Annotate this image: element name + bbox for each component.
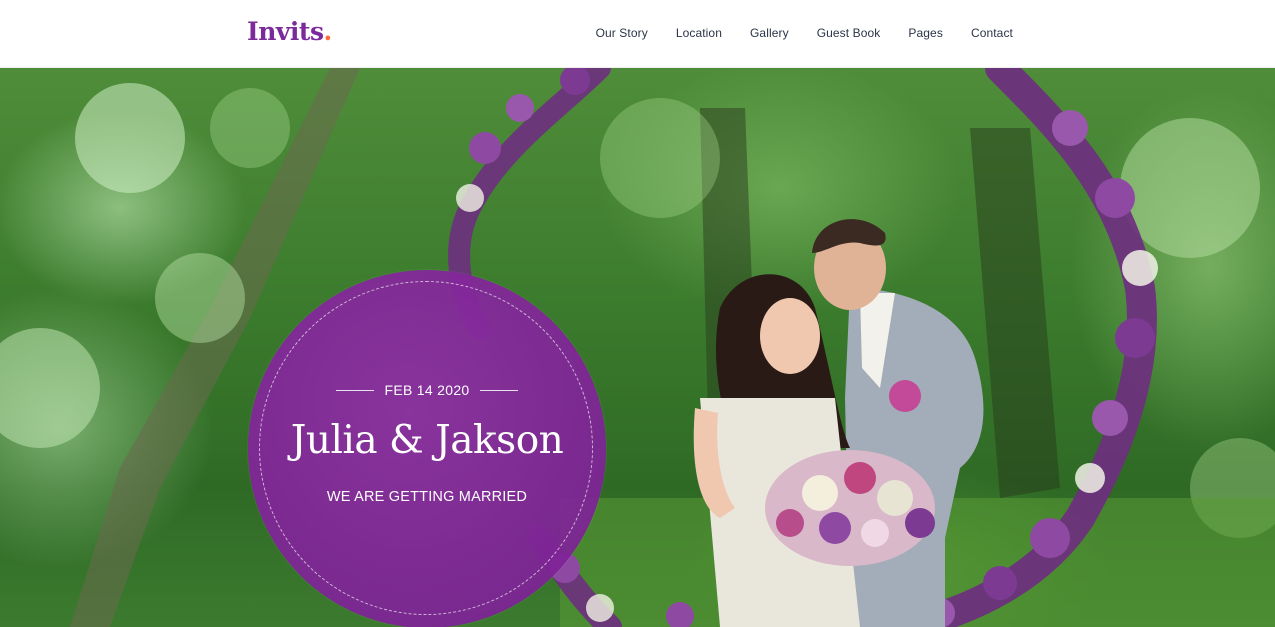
tagline: WE ARE GETTING MARRIED [326,489,528,505]
bride-face [760,298,820,374]
foliage-blob [75,83,185,193]
foliage-blob [600,98,720,218]
site-logo[interactable]: Invits. [247,17,332,46]
couple-names: Julia & Jakson [290,418,564,463]
wedding-date: FEB 14 2020 [384,382,470,398]
wedding-badge: FEB 14 2020 Julia & Jakson WE ARE GETTIN… [248,270,606,627]
hero-background-photo [0,68,1275,627]
main-nav: Our Story Location Gallery Guest Book Pa… [596,26,1013,40]
boutonniere [889,380,921,412]
foliage-blob [0,328,100,448]
nav-pages[interactable]: Pages [908,26,943,40]
nav-location[interactable]: Location [676,26,722,40]
foliage-blob [210,88,290,168]
hero-section: FEB 14 2020 Julia & Jakson WE ARE GETTIN… [0,68,1275,627]
date-divider-left [336,389,375,391]
tree-trunk-right [970,128,1060,498]
foliage-blob [155,253,245,343]
logo-text: Invits [247,17,324,46]
date-row: FEB 14 2020 [248,382,606,398]
nav-gallery[interactable]: Gallery [750,26,789,40]
date-divider-right [479,389,518,391]
nav-contact[interactable]: Contact [971,26,1013,40]
site-header: Invits. Our Story Location Gallery Guest… [0,0,1275,68]
nav-guest-book[interactable]: Guest Book [817,26,881,40]
logo-dot: . [323,17,333,46]
nav-our-story[interactable]: Our Story [596,26,648,40]
